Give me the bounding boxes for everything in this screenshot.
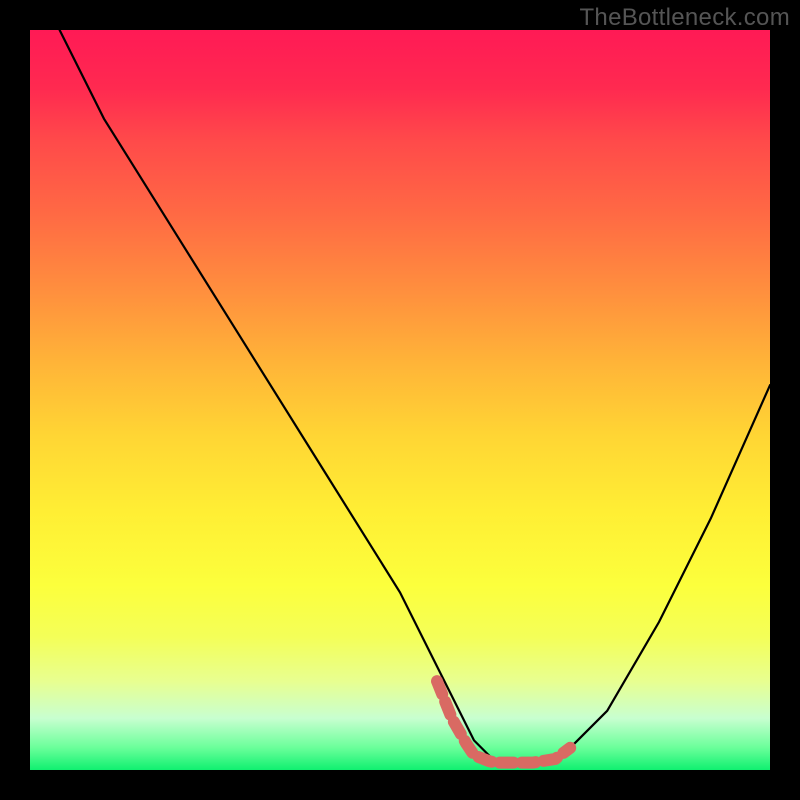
optimal-zone-markers [437, 681, 570, 762]
optimal-zone-stroke [437, 681, 570, 762]
chart-svg [30, 30, 770, 770]
bottleneck-curve-line [60, 30, 770, 763]
watermark-text: TheBottleneck.com [579, 4, 790, 32]
chart-frame: TheBottleneck.com [0, 0, 800, 800]
plot-area [30, 30, 770, 770]
